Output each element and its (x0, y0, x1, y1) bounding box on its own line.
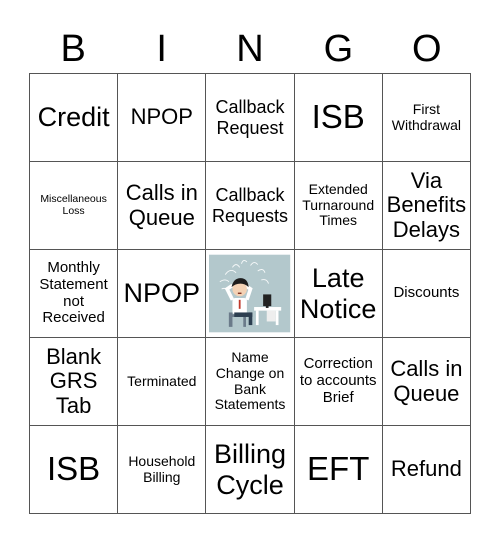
bingo-cell[interactable]: Billing Cycle (206, 426, 295, 514)
bingo-cell[interactable]: NPOP (118, 74, 207, 162)
bingo-cell[interactable]: Callback Request (206, 74, 295, 162)
bingo-cell[interactable]: Correction to accounts Brief (294, 338, 383, 426)
bingo-cell[interactable]: Terminated (118, 338, 207, 426)
bingo-cell[interactable]: First Withdrawal (382, 74, 471, 162)
bingo-cell[interactable]: Credit (30, 74, 119, 162)
bingo-cell[interactable]: Household Billing (118, 426, 207, 514)
bingo-cell[interactable]: Miscellaneous Loss (30, 162, 119, 250)
header-letter-b: B (60, 28, 86, 70)
header-letter-g: G (323, 28, 354, 70)
bingo-cell[interactable]: Calls in Queue (382, 338, 471, 426)
free-space[interactable] (206, 250, 295, 338)
bingo-cell[interactable]: Discounts (382, 250, 471, 338)
bingo-cell[interactable]: NPOP (118, 250, 207, 338)
bingo-cell[interactable]: Refund (382, 426, 471, 514)
bingo-cell[interactable]: Calls in Queue (118, 162, 207, 250)
bingo-card: Credit NPOP Callback Request ISB First W… (29, 73, 471, 514)
header-letter-i: I (156, 28, 167, 70)
bingo-cell[interactable]: Blank GRS Tab (30, 338, 119, 426)
bingo-cell[interactable]: ISB (294, 74, 383, 162)
bingo-cell[interactable]: Name Change on Bank Statements (206, 338, 295, 426)
stressed-worker-icon (209, 254, 291, 333)
bingo-cell[interactable]: Extended Turnaround Times (294, 162, 383, 250)
bingo-cell[interactable]: Via Benefits Delays (382, 162, 471, 250)
bingo-cell[interactable]: Late Notice (294, 250, 383, 338)
bingo-header: B I N G O (29, 26, 471, 72)
bingo-cell[interactable]: Monthly Statement not Received (30, 250, 119, 338)
header-letter-n: N (236, 28, 264, 70)
bingo-cell[interactable]: Callback Requests (206, 162, 295, 250)
header-letter-o: O (412, 28, 442, 70)
bingo-cell[interactable]: ISB (30, 426, 119, 514)
bingo-cell[interactable]: EFT (294, 426, 383, 514)
